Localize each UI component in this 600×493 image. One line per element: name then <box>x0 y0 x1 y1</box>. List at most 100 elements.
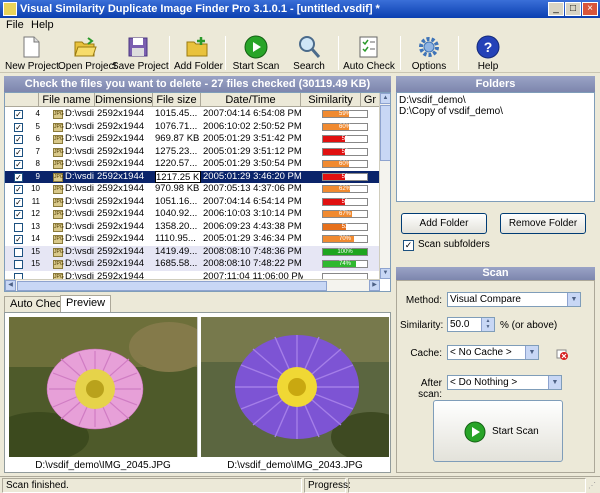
start-scan-label: Start Scan <box>232 61 280 72</box>
close-icon[interactable]: × <box>582 2 598 16</box>
table-row[interactable]: ✓ 14 JPG D:\vsdi 2592x1944 1110.95... 2005:01:… <box>5 233 380 246</box>
table-row[interactable]: ✓ 4 JPG D:\vsdi 2592x1944 1015.45... 2007:04:1… <box>5 108 380 121</box>
column-header-dimensions[interactable]: Dimensions <box>95 93 153 107</box>
scroll-right-icon[interactable]: ▶ <box>369 280 380 291</box>
similarity-value: 62% <box>338 186 351 192</box>
similarity-bar: 51 <box>322 172 368 181</box>
horizontal-scrollbar[interactable]: ◀ ▶ <box>5 279 380 291</box>
column-header-filesize[interactable]: File size <box>153 93 201 107</box>
scroll-left-icon[interactable]: ◀ <box>5 280 16 291</box>
minimize-icon[interactable]: _ <box>548 2 564 16</box>
add-folder-panel-button[interactable]: Add Folder <box>401 213 487 234</box>
similarity-value: 53 <box>341 223 349 230</box>
row-filename: D:\vsdi <box>65 195 95 207</box>
row-checkbox[interactable]: ✓ <box>14 172 23 182</box>
jpg-file-icon: JPG <box>53 147 64 157</box>
start-scan-panel-button[interactable]: Start Scan <box>433 400 563 462</box>
scroll-down-icon[interactable]: ▼ <box>380 268 390 279</box>
toolbar-separator <box>225 36 226 70</box>
row-checkbox[interactable]: ✓ <box>14 110 23 119</box>
row-datetime: 2008:08:10 7:48:36 PM <box>203 245 302 257</box>
column-header-datetime[interactable]: Date/Time <box>201 93 301 107</box>
similarity-label: Similarity: <box>400 320 444 331</box>
folder-item[interactable]: D:\vsdif_demo\ <box>399 95 466 106</box>
row-checkbox[interactable] <box>14 222 23 232</box>
row-datetime: 2005:01:29 3:46:34 PM <box>203 233 302 244</box>
row-checkbox[interactable]: ✓ <box>14 160 23 169</box>
help-button[interactable]: ? Help <box>465 33 511 73</box>
options-button[interactable]: Options <box>406 33 452 73</box>
maximize-icon[interactable]: □ <box>565 2 581 16</box>
tab-preview[interactable]: Preview <box>60 295 112 312</box>
table-row[interactable]: 15 JPG D:\vsdi 2592x1944 1419.49... 2008:08:1… <box>5 245 380 258</box>
cache-value: < No Cache > <box>450 347 512 358</box>
auto-check-button[interactable]: Auto Check <box>343 33 395 73</box>
row-checkbox[interactable]: ✓ <box>14 185 23 194</box>
new-project-button[interactable]: New Project <box>5 33 59 73</box>
table-row[interactable]: ✓ 12 JPG D:\vsdi 2592x1944 1040.92... 2006:10:… <box>5 208 380 221</box>
row-number: 10 <box>31 184 40 193</box>
method-select[interactable]: Visual Compare ▼ <box>447 292 581 307</box>
table-row[interactable]: ✓ 8 JPG D:\vsdi 2592x1944 1220.57... 2005:01:2… <box>5 158 380 171</box>
right-image-caption: D:\vsdif_demo\IMG_2043.JPG <box>227 460 363 471</box>
menu-help[interactable]: Help <box>31 18 54 32</box>
row-checkbox[interactable] <box>14 247 23 257</box>
table-row[interactable]: ✓ 6 JPG D:\vsdi 2592x1944 969.87 KB 2005:01:29… <box>5 133 380 146</box>
scan-subfolders-checkbox[interactable]: ✓ <box>403 240 414 251</box>
search-button[interactable]: Search <box>285 33 333 73</box>
horizontal-scroll-thumb[interactable] <box>17 281 327 291</box>
row-checkbox[interactable] <box>14 260 23 269</box>
table-row[interactable]: 13 JPG D:\vsdi 2592x1944 1358.20... 2006:09:2… <box>5 221 380 234</box>
row-checkbox[interactable]: ✓ <box>14 122 23 132</box>
open-project-button[interactable]: Open Project <box>58 33 116 73</box>
row-checkbox[interactable]: ✓ <box>14 135 23 144</box>
row-filesize: 1419.49... <box>155 245 198 257</box>
auto-check-label: Auto Check <box>343 61 395 72</box>
column-header-check[interactable] <box>5 93 39 107</box>
table-row[interactable]: 15 JPG D:\vsdi 2592x1944 1685.58... 2008:08:1… <box>5 258 380 271</box>
row-datetime: 2008:08:10 7:48:22 PM <box>203 258 302 269</box>
similarity-value: 67% <box>338 211 351 217</box>
column-header-filename[interactable]: File name <box>39 93 95 107</box>
remove-folder-button[interactable]: Remove Folder <box>500 213 586 234</box>
folder-item[interactable]: D:\Copy of vsdif_demo\ <box>399 106 503 117</box>
similarity-bar: 67% <box>322 210 368 218</box>
row-filesize: 1051.16... <box>155 195 198 207</box>
similarity-bar: 50 <box>322 147 368 156</box>
row-filename: D:\vsdi <box>65 133 95 144</box>
preview-image-right[interactable] <box>201 317 389 457</box>
column-header-group[interactable]: Gr <box>361 93 380 107</box>
similarity-value: 51 <box>341 173 349 180</box>
menu-file[interactable]: File <box>6 18 24 32</box>
cache-select[interactable]: < No Cache > ▼ <box>447 345 539 360</box>
similarity-spinner[interactable]: 50.0 ▲ ▼ <box>447 317 495 332</box>
row-checkbox[interactable]: ✓ <box>14 147 23 157</box>
start-scan-button[interactable]: Start Scan <box>230 33 282 73</box>
preview-image-left[interactable] <box>9 317 197 457</box>
save-project-button[interactable]: Save Project <box>112 33 169 73</box>
row-checkbox[interactable]: ✓ <box>14 210 23 219</box>
table-row[interactable]: ✓ 7 JPG D:\vsdi 2592x1944 1275.23... 2005:01:2… <box>5 146 380 159</box>
clear-cache-icon[interactable] <box>556 348 568 360</box>
row-checkbox[interactable]: ✓ <box>14 197 23 207</box>
spinner-arrows-icon[interactable]: ▲ ▼ <box>481 318 494 331</box>
chevron-down-icon[interactable]: ▼ <box>567 293 580 306</box>
similarity-value: 60% <box>338 161 351 167</box>
add-folder-button[interactable]: Add Folder <box>174 33 223 73</box>
chevron-down-icon[interactable]: ▼ <box>525 346 538 359</box>
row-checkbox[interactable]: ✓ <box>14 235 23 244</box>
table-row[interactable]: ✓ 11 JPG D:\vsdi 2592x1944 1051.16... 2007:04:… <box>5 196 380 209</box>
after-scan-select[interactable]: < Do Nothing > ▼ <box>447 375 562 390</box>
table-row[interactable]: ✓ 9 JPG D:\vsdi 2592x1944 1217.25 KB 2005:01:2… <box>5 170 380 183</box>
row-datetime: 2005:01:29 3:46:20 PM <box>203 170 302 182</box>
column-header-similarity[interactable]: Similarity <box>301 93 361 107</box>
row-datetime: 2006:10:03 3:10:14 PM <box>203 208 302 219</box>
chevron-down-icon[interactable]: ▼ <box>548 376 561 389</box>
scroll-up-icon[interactable]: ▲ <box>380 93 390 104</box>
vertical-scroll-thumb[interactable] <box>380 105 390 161</box>
table-row[interactable]: ✓ 10 JPG D:\vsdi 2592x1944 970.98 KB 2007:05:1… <box>5 183 380 196</box>
table-row[interactable]: ✓ 5 JPG D:\vsdi 2592x1944 1076.71... 2006:10:0… <box>5 121 380 134</box>
resize-grip-icon[interactable]: ⋰ <box>588 480 598 492</box>
row-datetime: 2006:10:02 2:50:52 PM <box>203 120 302 132</box>
vertical-scrollbar[interactable]: ▲ ▼ <box>379 93 390 279</box>
